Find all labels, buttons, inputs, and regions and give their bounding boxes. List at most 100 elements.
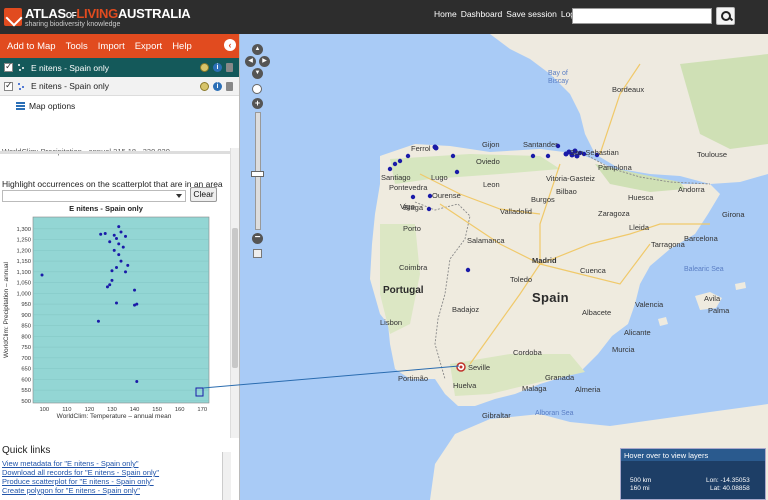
pan-up-icon[interactable]: ▲ — [252, 44, 263, 55]
place-andorra: Andorra — [678, 185, 705, 194]
y-tick-label: 1,250 — [16, 238, 31, 244]
layer-checkbox[interactable] — [4, 80, 13, 91]
delete-layer-icon[interactable] — [226, 63, 233, 72]
scatter-point — [105, 285, 109, 289]
place-bilbao: Bilbao — [556, 187, 577, 196]
menu-bar: Add to Map Tools Import Export Help ‹ — [0, 34, 239, 58]
ala-logo[interactable]: ATLASOFLIVINGAUSTRALIA sharing biodivers… — [4, 5, 191, 28]
nav-dashboard-link[interactable]: Dashboard — [461, 9, 503, 19]
panel-scrollbar[interactable] — [230, 148, 239, 438]
globe-icon[interactable] — [252, 84, 262, 94]
pan-down-icon[interactable]: ▼ — [252, 68, 263, 79]
zoom-in-icon[interactable]: + — [252, 98, 263, 109]
nav-home-link[interactable]: Home — [434, 9, 457, 19]
place-albacete: Albacete — [582, 308, 612, 317]
place-seville: Seville — [468, 363, 491, 372]
scatter-point — [108, 240, 112, 244]
layer-name[interactable]: E nitens - Spain only — [31, 81, 200, 91]
menu-add-to-map[interactable]: Add to Map — [2, 41, 61, 52]
search-button[interactable] — [716, 7, 735, 25]
y-tick-label: 600 — [21, 377, 31, 383]
menu-export[interactable]: Export — [130, 41, 167, 52]
y-tick-label: 1,100 — [16, 270, 31, 276]
place-portimao: Portimão — [398, 374, 429, 383]
logo-atlas: ATLAS — [25, 5, 66, 21]
layer-row[interactable]: E nitens - Spain only i — [0, 77, 239, 96]
layers-icon[interactable] — [253, 249, 262, 258]
scatter-point — [99, 232, 103, 236]
scatter-point — [121, 245, 125, 249]
list-icon — [16, 102, 25, 110]
scatter-point — [119, 230, 123, 234]
menu-import[interactable]: Import — [93, 41, 130, 52]
layer-checkbox[interactable] — [4, 61, 13, 72]
x-tick-label: 100 — [39, 407, 49, 413]
zoom-out-icon[interactable]: − — [252, 233, 263, 244]
pan-left-icon[interactable]: ◀ — [245, 56, 256, 67]
place-san-sebastian: San Sebastian — [570, 148, 619, 157]
x-axis-label: WorldClim: Temperature – annual mean — [57, 413, 172, 420]
zoom-slider-handle[interactable] — [251, 171, 264, 177]
logo-of: OF — [65, 10, 77, 20]
quick-link-download[interactable]: Download all records for "E nitens - Spa… — [2, 468, 224, 477]
place-barcelona: Barcelona — [684, 234, 718, 243]
clear-button[interactable]: Clear — [190, 187, 217, 202]
place-salamanca: Salamanca — [467, 236, 505, 245]
menu-tools[interactable]: Tools — [61, 41, 93, 52]
layer-name[interactable]: E nitens - Spain only — [31, 63, 200, 73]
layer-row-active[interactable]: E nitens - Spain only i — [0, 58, 239, 77]
zoom-to-layer-icon[interactable] — [200, 63, 209, 72]
highlight-area-select[interactable] — [2, 190, 186, 202]
zoom-to-layer-icon[interactable] — [200, 81, 209, 91]
collapse-panel-icon[interactable]: ‹ — [224, 39, 236, 51]
logo-australia: AUSTRALIA — [117, 5, 191, 21]
place-malaga: Malaga — [522, 384, 547, 393]
place-pamplona: Pamplona — [598, 163, 632, 172]
place-alicante: Alicante — [624, 328, 651, 337]
pan-right-icon[interactable]: ▶ — [259, 56, 270, 67]
occurrence-point — [433, 145, 439, 151]
plot-area[interactable] — [32, 216, 210, 404]
quick-link-metadata[interactable]: View metadata for "E nitens - Spain only… — [2, 459, 224, 468]
menu-help[interactable]: Help — [167, 41, 197, 52]
layer-tools: i — [200, 63, 233, 72]
scatter-point — [126, 263, 130, 267]
ala-logo-mark-icon — [4, 8, 22, 26]
scatter-point — [112, 233, 116, 237]
logo-text: ATLASOFLIVINGAUSTRALIA sharing biodivers… — [25, 5, 191, 28]
layer-panel: Add to Map Tools Import Export Help ‹ E … — [0, 34, 240, 500]
place-pontevedra: Pontevedra — [389, 183, 428, 192]
logo-living: LIVING — [76, 5, 118, 21]
bay-of-biscay-label-2: Biscay — [548, 78, 569, 85]
scatter-point — [40, 273, 44, 277]
place-toulouse: Toulouse — [697, 150, 728, 159]
nav-save-session-link[interactable]: Save session — [506, 9, 557, 19]
place-ferrol: Ferrol — [411, 144, 431, 153]
occurrence-point — [454, 169, 460, 175]
layer-info-icon[interactable]: i — [213, 81, 222, 91]
layer-tools: i — [200, 81, 233, 91]
quick-links-scrollbar[interactable] — [222, 452, 231, 500]
quick-link-polygon[interactable]: Create polygon for "E nitens - Spain onl… — [2, 486, 224, 495]
y-tick-label: 700 — [21, 356, 31, 362]
scatter-point — [96, 319, 100, 323]
scatter-point — [108, 283, 112, 287]
scatter-point — [124, 270, 128, 274]
place-huelva: Huelva — [453, 381, 477, 390]
place-vitoria: Vitoria-Gasteiz — [546, 174, 596, 183]
y-tick-label: 950 — [21, 302, 31, 308]
x-tick-label: 160 — [175, 407, 185, 413]
quick-links-title: Quick links — [2, 445, 51, 456]
y-tick-label: 500 — [21, 399, 31, 405]
delete-layer-icon[interactable] — [226, 81, 233, 91]
occurrence-point — [405, 153, 411, 159]
layer-info-icon[interactable]: i — [213, 63, 222, 72]
top-nav: Home Dashboard Save session Log in — [434, 9, 584, 19]
y-tick-label: 1,050 — [16, 281, 31, 287]
quick-link-scatterplot[interactable]: Produce scatterplot for "E nitens - Spai… — [2, 477, 224, 486]
scatter-point — [133, 303, 137, 307]
y-axis-label: WorldClim: Precipitation – annual — [3, 261, 10, 358]
map-options-link[interactable]: Map options — [0, 96, 239, 116]
search-input[interactable] — [572, 8, 712, 24]
scatterplot[interactable]: E nitens - Spain only 500 550 600 650 700 750… — [0, 202, 220, 432]
